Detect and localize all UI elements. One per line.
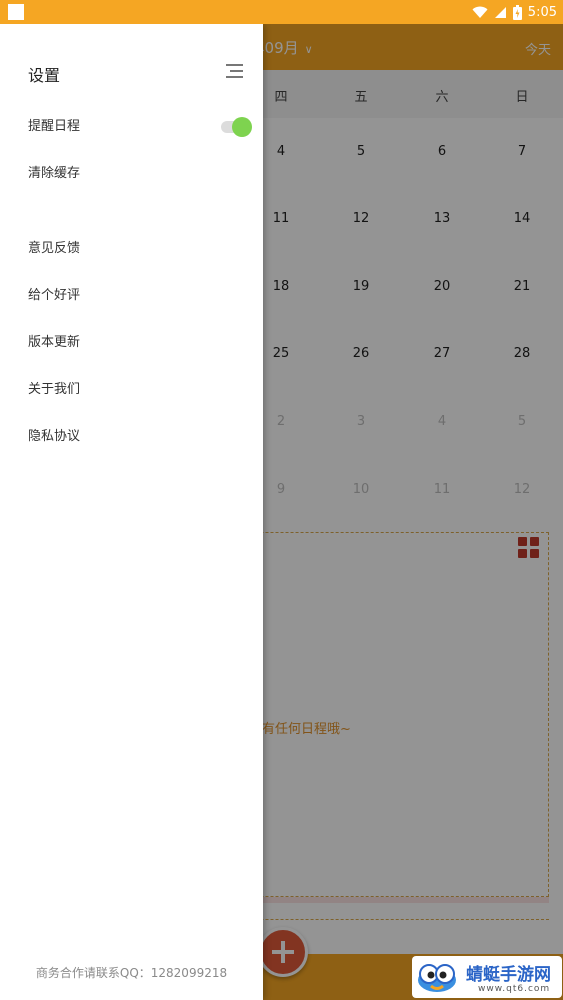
drawer-item-update[interactable]: 版本更新 <box>28 328 238 358</box>
drawer-item-label: 版本更新 <box>28 335 81 350</box>
toggle-knob <box>232 117 252 137</box>
menu-icon[interactable] <box>226 64 243 78</box>
status-indicators: 5:05 <box>472 0 557 24</box>
drawer-item-label: 提醒日程 <box>28 119 81 134</box>
reminder-toggle[interactable] <box>219 116 253 138</box>
drawer-item-feedback[interactable]: 意见反馈 <box>28 234 238 264</box>
business-contact: 商务合作请联系QQ：1282099218 <box>35 966 228 980</box>
watermark-title: 蜻蜓手游网 <box>466 965 551 985</box>
status-time: 5:05 <box>527 4 557 20</box>
drawer-item-label: 清除缓存 <box>28 166 81 181</box>
drawer-item-reminder[interactable]: 提醒日程 <box>28 112 238 142</box>
app-notification-icon <box>8 4 24 20</box>
drawer-item-label: 关于我们 <box>28 382 81 397</box>
drawer-item-clear-cache[interactable]: 清除缓存 <box>28 159 238 189</box>
dragonfly-logo-icon <box>418 964 456 992</box>
drawer-item-privacy[interactable]: 隐私协议 <box>28 422 238 452</box>
wifi-icon <box>472 6 488 18</box>
drawer-item-rate[interactable]: 给个好评 <box>28 281 238 311</box>
status-bar: 5:05 <box>0 0 563 24</box>
drawer-title: 设置 <box>28 66 61 85</box>
watermark-logo: 蜻蜓手游网 www.qt6.com <box>412 956 562 998</box>
drawer-item-about[interactable]: 关于我们 <box>28 375 238 405</box>
settings-drawer: 设置 提醒日程 清除缓存 意见反馈 给个好评 版本更新 关于我们 隐私协议 商务… <box>0 24 263 1000</box>
drawer-item-label: 隐私协议 <box>28 429 81 444</box>
drawer-item-label: 意见反馈 <box>28 241 81 256</box>
watermark-url: www.qt6.com <box>478 984 551 994</box>
signal-icon <box>494 6 506 18</box>
drawer-item-label: 给个好评 <box>28 288 81 303</box>
battery-icon <box>512 4 522 20</box>
